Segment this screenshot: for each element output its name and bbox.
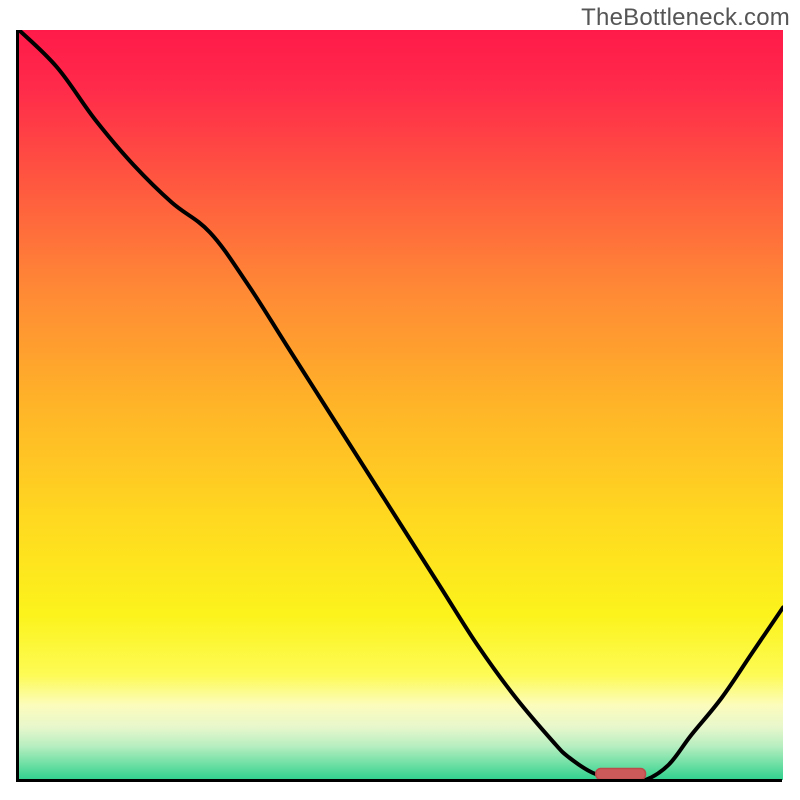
watermark-text: TheBottleneck.com xyxy=(581,4,790,32)
chart-container: { "watermark": "TheBottleneck.com", "col… xyxy=(0,0,800,800)
axes xyxy=(16,30,782,782)
